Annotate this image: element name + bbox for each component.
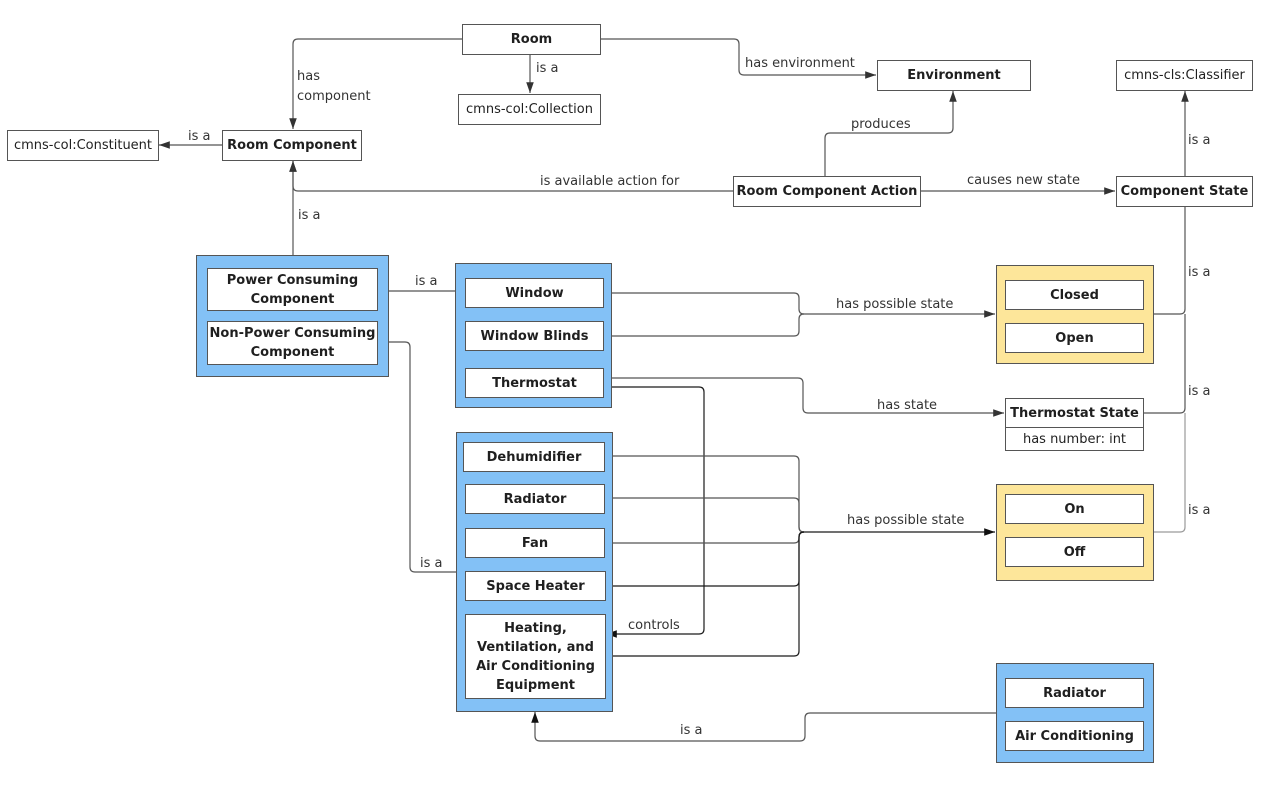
label-controls: controls (628, 618, 680, 633)
node-window-blinds[interactable]: Window Blinds (465, 321, 604, 351)
node-thermostat-state-attribute: has number: int (1005, 427, 1144, 451)
node-hvac[interactable]: Heating, Ventilation, and Air Conditioni… (465, 614, 606, 699)
node-thermostat[interactable]: Thermostat (465, 368, 604, 398)
label-has-state: has state (877, 398, 938, 413)
label-produces: produces (851, 117, 911, 132)
node-component-state[interactable]: Component State (1116, 176, 1253, 207)
edge-produces (824, 91, 957, 176)
node-room-component[interactable]: Room Component (222, 130, 362, 161)
node-off[interactable]: Off (1005, 537, 1144, 567)
label-window-group-is-a: is a (415, 274, 438, 289)
node-radiator[interactable]: Radiator (465, 484, 605, 514)
label-has-environment: has environment (745, 56, 855, 71)
edge-onoff-is-a-state (1153, 413, 1186, 533)
label-classifier-is-a: is a (1188, 133, 1211, 148)
node-radiator-hvac[interactable]: Radiator (1005, 678, 1144, 708)
node-window[interactable]: Window (465, 278, 604, 308)
edge-controls (603, 386, 705, 638)
node-thermostat-state[interactable]: Thermostat State (1005, 398, 1144, 428)
node-classifier[interactable]: cmns-cls:Classifier (1116, 60, 1253, 91)
label-onoff-is-a: is a (1188, 503, 1211, 518)
label-room-is-a: is a (536, 61, 559, 76)
label-has-component: has component (297, 69, 371, 104)
label-thermostat-state-is-a: is a (1188, 384, 1211, 399)
node-open[interactable]: Open (1005, 323, 1144, 353)
edge-hvac-subtypes-is-a (531, 712, 996, 742)
node-closed[interactable]: Closed (1005, 280, 1144, 310)
label-appliances-has-possible-state: has possible state (847, 513, 965, 528)
node-environment[interactable]: Environment (877, 60, 1031, 91)
label-openclosed-is-a: is a (1188, 265, 1211, 280)
node-constituent[interactable]: cmns-col:Constituent (7, 130, 159, 161)
edge-has-state (603, 377, 1004, 417)
node-room-component-action[interactable]: Room Component Action (733, 176, 921, 207)
node-fan[interactable]: Fan (465, 528, 605, 558)
label-available-action-for: is available action for (540, 174, 680, 189)
label-power-is-a: is a (298, 208, 321, 223)
node-power-consuming[interactable]: Power Consuming Component (207, 268, 378, 311)
label-appliances-is-a: is a (420, 556, 443, 571)
node-air-conditioning[interactable]: Air Conditioning (1005, 721, 1144, 751)
node-non-power-consuming[interactable]: Non-Power Consuming Component (207, 321, 378, 365)
edge-blinds-has-possible-state (603, 313, 805, 337)
label-window-has-possible-state: has possible state (836, 297, 954, 312)
node-room[interactable]: Room (462, 24, 601, 55)
label-causes-new-state: causes new state (967, 173, 1080, 188)
node-dehumidifier[interactable]: Dehumidifier (463, 442, 605, 472)
edge-openclosed-is-a-state (1153, 206, 1186, 315)
edge-appliances-is-a (378, 338, 456, 573)
node-on[interactable]: On (1005, 494, 1144, 524)
label-hvac-subtypes-is-a: is a (680, 723, 703, 738)
node-collection[interactable]: cmns-col:Collection (458, 94, 601, 125)
label-constituent-is-a: is a (188, 129, 211, 144)
node-space-heater[interactable]: Space Heater (465, 571, 606, 601)
